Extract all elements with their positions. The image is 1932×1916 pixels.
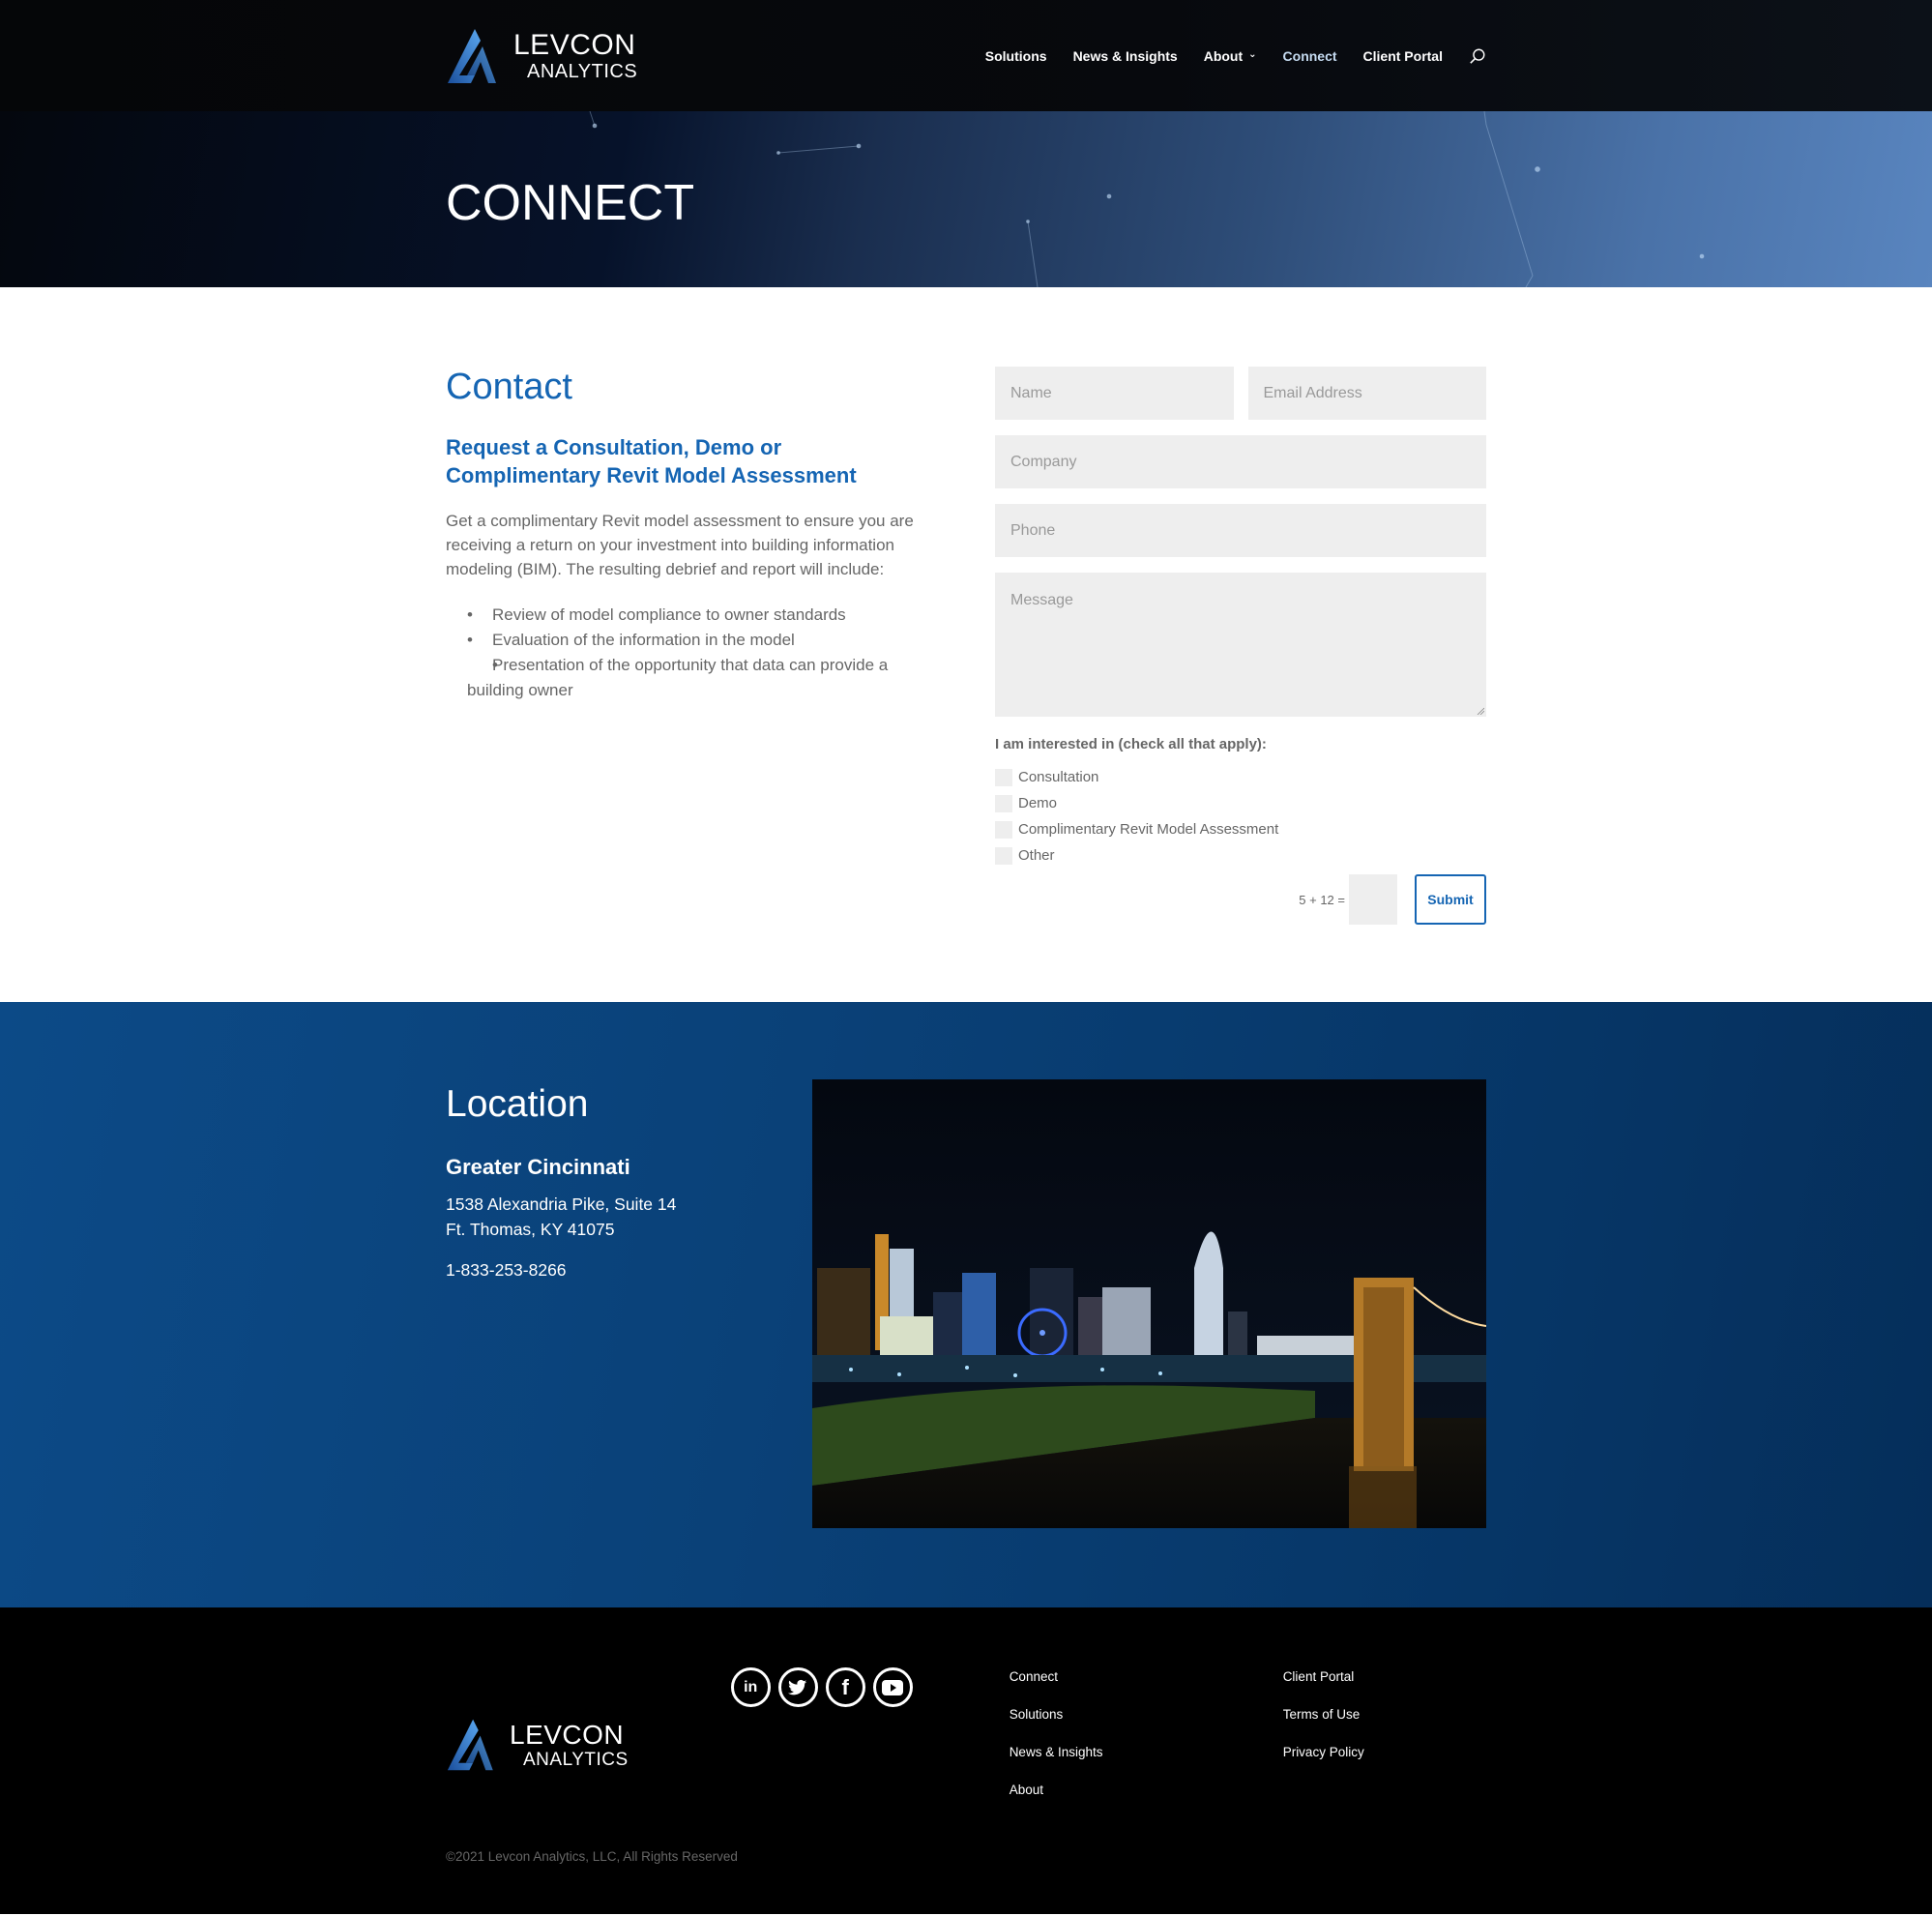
captcha-input[interactable]	[1349, 874, 1397, 925]
checkbox-consultation[interactable]: Consultation	[995, 764, 1486, 790]
skyline-illustration-icon	[812, 1079, 1486, 1528]
company-placeholder: Company	[1010, 453, 1077, 470]
location-info: Location Greater Cincinnati 1538 Alexand…	[446, 1079, 676, 1528]
chevron-down-icon: ⌄	[1248, 49, 1257, 60]
nav-label: Connect	[1282, 47, 1337, 64]
page-hero: CONNECT	[0, 111, 1932, 287]
copyright: ©2021 Levcon Analytics, LLC, All Rights …	[446, 1849, 738, 1864]
nav-about[interactable]: About ⌄	[1204, 48, 1257, 64]
message-textarea[interactable]: Message	[995, 573, 1486, 717]
header-logo[interactable]: LEVCON ANALYTICS	[446, 25, 637, 87]
logo-mark-icon	[448, 28, 496, 83]
nav-solutions[interactable]: Solutions	[985, 48, 1047, 64]
site-footer: LEVCON ANALYTICS in f Connect Solutions …	[0, 1607, 1932, 1914]
footer-links-col1: Connect Solutions News & Insights About	[1010, 1669, 1283, 1820]
list-item: Evaluation of the information in the mod…	[467, 628, 941, 653]
list-item: Presentation of the opportunity that dat…	[467, 653, 941, 703]
checkbox-revit-assessment[interactable]: Complimentary Revit Model Assessment	[995, 816, 1486, 842]
youtube-icon[interactable]	[872, 1667, 913, 1707]
checkbox-label: Complimentary Revit Model Assessment	[1018, 821, 1279, 838]
message-placeholder: Message	[1010, 592, 1073, 608]
checkbox[interactable]	[995, 794, 1012, 812]
footer-link-news-insights[interactable]: News & Insights	[1010, 1745, 1283, 1760]
checkbox-demo[interactable]: Demo	[995, 790, 1486, 816]
phone-number: 1-833-253-8266	[446, 1260, 567, 1280]
checkbox[interactable]	[995, 820, 1012, 839]
deliverables-list: Review of model compliance to owner stan…	[446, 603, 941, 703]
main-nav: Solutions News & Insights About ⌄ Connect…	[985, 47, 1486, 65]
page-title: CONNECT	[446, 175, 695, 231]
submit-button[interactable]: Submit	[1415, 874, 1486, 925]
youtube-glyph-icon	[882, 1679, 904, 1695]
logo-line1: LEVCON	[510, 1719, 625, 1750]
footer-link-privacy[interactable]: Privacy Policy	[1283, 1745, 1364, 1760]
footer-link-client-portal[interactable]: Client Portal	[1283, 1669, 1364, 1685]
nav-label: Client Portal	[1362, 47, 1443, 64]
nav-connect[interactable]: Connect	[1283, 48, 1337, 64]
checkbox-label: Other	[1018, 847, 1055, 864]
nav-client-portal[interactable]: Client Portal	[1363, 48, 1443, 64]
checkbox-label: Demo	[1018, 795, 1058, 811]
contact-form: Name Email Address Company Phone Message…	[995, 367, 1486, 925]
name-placeholder: Name	[1010, 384, 1052, 401]
name-input[interactable]: Name	[995, 367, 1234, 420]
linkedin-glyph: in	[744, 1678, 758, 1695]
interest-label: I am interested in (check all that apply…	[995, 736, 1267, 752]
contact-info: Contact Request a Consultation, Demo or …	[446, 367, 941, 925]
footer-link-terms[interactable]: Terms of Use	[1283, 1707, 1364, 1723]
address-line2: Ft. Thomas, KY 41075	[446, 1220, 615, 1239]
linkedin-icon[interactable]: in	[730, 1667, 771, 1707]
nav-label: News & Insights	[1072, 47, 1178, 64]
city-skyline-image	[812, 1079, 1486, 1528]
list-item-text: Presentation of the opportunity that dat…	[467, 656, 889, 699]
logo-line2: ANALYTICS	[527, 60, 638, 82]
captcha-question: 5 + 12 =	[1299, 892, 1345, 907]
footer-link-connect[interactable]: Connect	[1010, 1669, 1283, 1685]
social-links: in f	[730, 1667, 913, 1820]
resize-handle-icon[interactable]	[1477, 707, 1484, 715]
list-item: Review of model compliance to owner stan…	[467, 603, 941, 628]
site-header: LEVCON ANALYTICS Solutions News & Insigh…	[0, 0, 1932, 111]
checkbox[interactable]	[995, 846, 1012, 865]
logo-mark-icon	[447, 1719, 493, 1771]
nav-label: About	[1203, 47, 1244, 64]
location-region: Greater Cincinnati	[446, 1155, 630, 1179]
footer-links-col2: Client Portal Terms of Use Privacy Polic…	[1283, 1669, 1364, 1820]
contact-heading: Contact	[446, 367, 572, 407]
email-input[interactable]: Email Address	[1247, 367, 1486, 420]
checkbox-label: Consultation	[1018, 769, 1099, 785]
twitter-glyph-icon	[788, 1679, 807, 1695]
checkbox-other[interactable]: Other	[995, 842, 1486, 869]
twitter-icon[interactable]	[777, 1667, 818, 1707]
contact-section: Contact Request a Consultation, Demo or …	[0, 287, 1932, 1002]
phone-placeholder: Phone	[1010, 521, 1056, 539]
contact-subheading: Request a Consultation, Demo or Complime…	[446, 435, 857, 487]
logo-line1: LEVCON	[513, 28, 636, 61]
footer-logo[interactable]: LEVCON ANALYTICS	[446, 1669, 629, 1820]
nav-news-insights[interactable]: News & Insights	[1073, 48, 1178, 64]
footer-link-about[interactable]: About	[1010, 1783, 1283, 1798]
location-heading: Location	[446, 1083, 589, 1125]
facebook-glyph: f	[841, 1674, 849, 1699]
logo-line2: ANALYTICS	[523, 1749, 629, 1770]
nav-label: Solutions	[984, 47, 1047, 64]
company-input[interactable]: Company	[995, 435, 1486, 488]
email-placeholder: Email Address	[1263, 384, 1362, 401]
location-section: Location Greater Cincinnati 1538 Alexand…	[0, 1002, 1932, 1607]
checkbox[interactable]	[995, 768, 1012, 786]
facebook-icon[interactable]: f	[825, 1667, 865, 1707]
search-icon[interactable]	[1469, 47, 1486, 65]
contact-intro: Get a complimentary Revit model assessme…	[446, 512, 914, 578]
phone-input[interactable]: Phone	[995, 504, 1486, 557]
footer-link-solutions[interactable]: Solutions	[1010, 1707, 1283, 1723]
address-line1: 1538 Alexandria Pike, Suite 14	[446, 1194, 677, 1214]
